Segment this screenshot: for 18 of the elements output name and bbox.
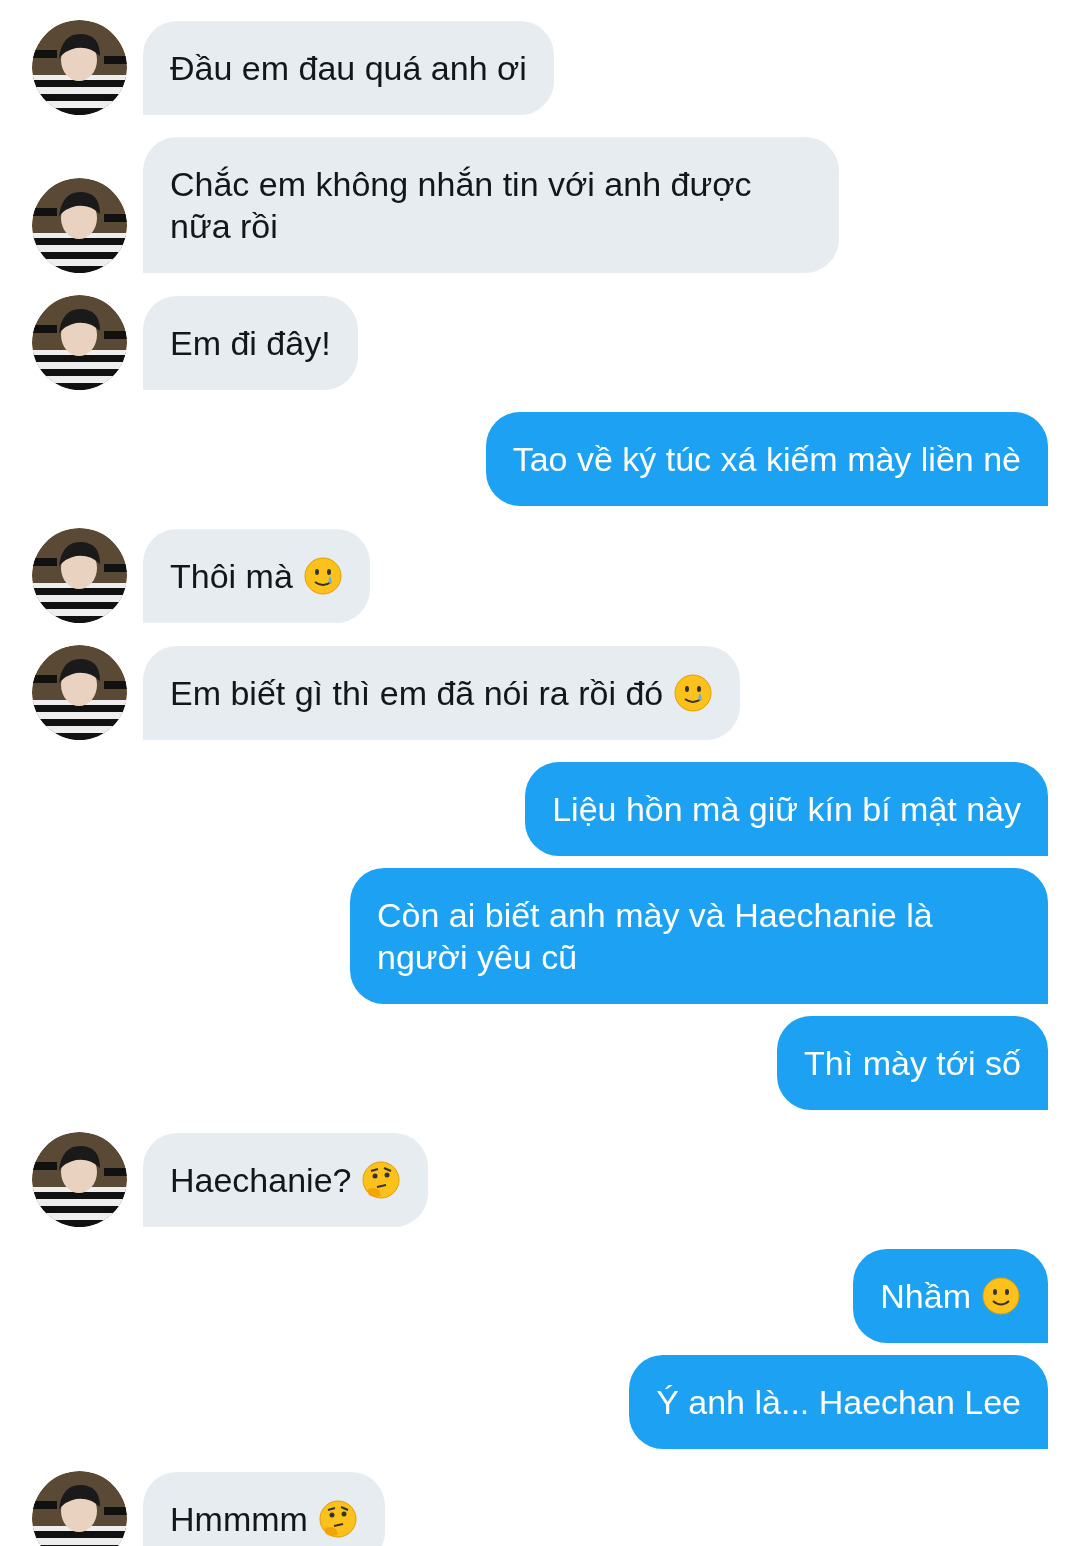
smiling-tear-emoji-icon bbox=[673, 673, 714, 713]
message-text: Liệu hồn mà giữ kín bí mật này bbox=[552, 789, 1021, 830]
message-text: Em biết gì thì em đã nói ra rồi đó bbox=[170, 673, 664, 714]
thinking-emoji-icon bbox=[317, 1499, 358, 1539]
message-text: Chắc em không nhắn tin với anh được nữa rồi bbox=[170, 164, 753, 247]
message-text: Tao về ký túc xá kiếm mày liền nè bbox=[512, 439, 1021, 480]
message-text: Haechanie? bbox=[170, 1160, 352, 1201]
message-text: Hmmmm bbox=[170, 1499, 308, 1540]
message-text: Ý anh là... Haechan Lee bbox=[656, 1382, 1021, 1423]
message-text: Còn ai biết anh mày và Haechanie là người yêu cũ bbox=[377, 895, 934, 978]
thinking-emoji-icon bbox=[361, 1160, 402, 1200]
message-text: Đầu em đau quá anh ơi bbox=[170, 48, 527, 89]
message-text: Nhầm bbox=[880, 1276, 971, 1317]
smiling-face-emoji-icon bbox=[981, 1276, 1021, 1316]
message-text: Em đi đây! bbox=[170, 323, 331, 364]
smiling-tear-emoji-icon bbox=[302, 556, 343, 596]
message-text: Thôi mà bbox=[170, 556, 293, 597]
message-text: Thì mày tới số bbox=[804, 1043, 1021, 1084]
